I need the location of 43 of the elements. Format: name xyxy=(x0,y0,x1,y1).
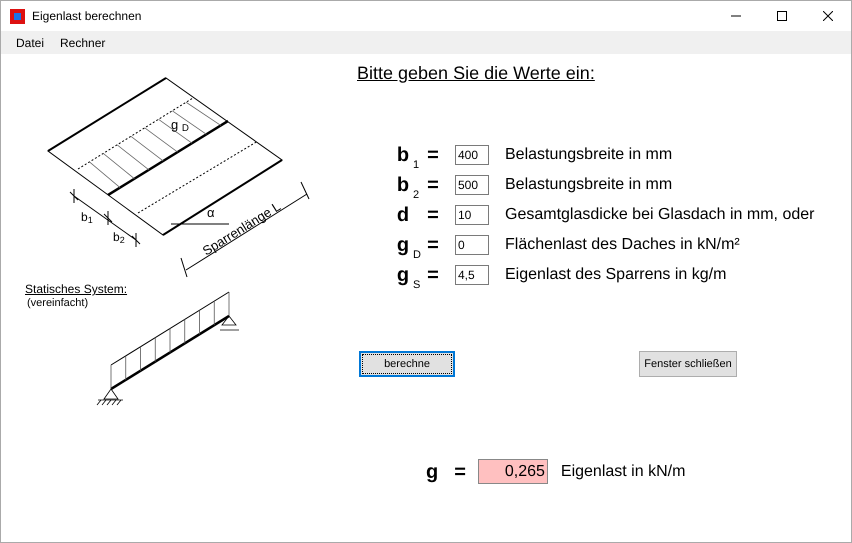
subscript-label: D xyxy=(413,250,421,260)
menu-item[interactable]: Datei xyxy=(8,34,52,52)
symbol-label: d xyxy=(396,205,410,225)
menu-item[interactable]: Rechner xyxy=(52,34,114,52)
action-button[interactable]: Fenster schließen xyxy=(639,351,737,377)
result-field: 0,265 xyxy=(478,459,548,484)
system-note: (vereinfacht) xyxy=(27,298,88,309)
width-label: b$_{1}$ xyxy=(81,211,93,223)
subscript-label: 2 xyxy=(413,190,420,200)
width-dimension-line xyxy=(70,188,140,248)
equals-sign: = xyxy=(426,175,440,195)
equals-sign: = xyxy=(426,265,440,285)
field-description: Gesamtglasdicke bei Glasdach in mm, oder xyxy=(505,205,814,225)
subscript-label: 1 xyxy=(413,160,420,170)
close-icon[interactable] xyxy=(823,11,833,21)
equals-sign: = xyxy=(454,462,466,482)
field-description: Belastungsbreite in mm xyxy=(505,145,672,165)
window-title: Eigenlast berechnen xyxy=(32,8,142,25)
symbol-label: b xyxy=(396,145,410,165)
app-icon xyxy=(10,8,25,24)
field-description: Eigenlast des Sparrens in kg/m xyxy=(505,265,726,285)
symbol-label: g xyxy=(396,235,410,255)
maximize-icon[interactable] xyxy=(777,11,787,21)
result-symbol: g xyxy=(426,462,438,482)
system-title: Statisches System: xyxy=(25,283,128,295)
input-field[interactable]: 4,5 xyxy=(455,265,489,285)
input-field[interactable]: 400 xyxy=(455,145,489,165)
field-description: Belastungsbreite in mm xyxy=(505,175,672,195)
equals-sign: = xyxy=(426,205,440,225)
heading: Bitte geben Sie die Werte ein: xyxy=(357,62,595,85)
input-field[interactable]: 10 xyxy=(455,205,489,225)
symbol-label: g xyxy=(396,265,410,285)
symbol-label: b xyxy=(396,175,410,195)
input-field[interactable]: 0 xyxy=(455,235,489,255)
equals-sign: = xyxy=(426,235,440,255)
equals-sign: = xyxy=(426,145,440,165)
field-description: Flächenlast des Daches in kN/m² xyxy=(505,235,740,255)
load-label: g $_{D}$ xyxy=(171,118,189,131)
input-field[interactable]: 500 xyxy=(455,175,489,195)
action-button[interactable]: berechne xyxy=(359,351,455,377)
subscript-label: S xyxy=(413,280,420,290)
width-label: b$_{2}$ xyxy=(113,231,125,243)
result-description: Eigenlast in kN/m xyxy=(560,462,686,482)
